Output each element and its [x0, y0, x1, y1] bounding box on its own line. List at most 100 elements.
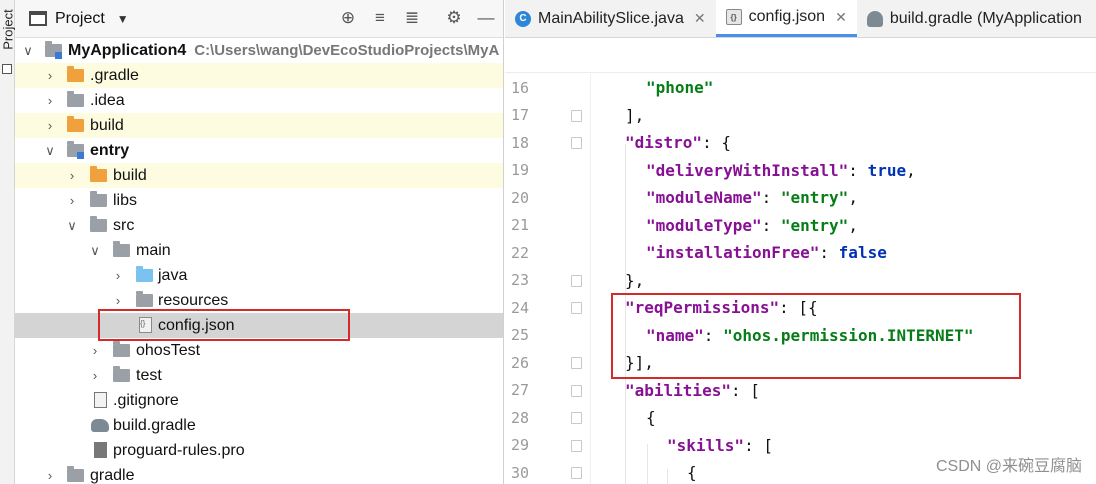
- chevron-down-icon[interactable]: ∨: [23, 43, 33, 59]
- tree-item-libs[interactable]: › libs: [15, 188, 503, 213]
- close-icon[interactable]: ✕: [694, 10, 706, 27]
- line-number: 29: [510, 436, 529, 455]
- java-class-icon: C: [515, 10, 531, 27]
- tree-item-build[interactable]: › build: [15, 113, 503, 138]
- code-text: ],: [625, 105, 645, 125]
- line-number: 25: [510, 326, 529, 345]
- folder-icon: [67, 116, 84, 132]
- code-text: "installationFree": false: [646, 243, 887, 263]
- tree-item-gradle[interactable]: › gradle: [15, 463, 503, 484]
- chevron-right-icon[interactable]: ›: [45, 468, 55, 483]
- line-number: 19: [510, 161, 529, 180]
- fold-marker-icon[interactable]: [571, 384, 582, 397]
- tree-item-build-gradle[interactable]: build.gradle: [15, 413, 503, 438]
- project-view-icon: [29, 11, 47, 26]
- code-line: 17 ],: [505, 102, 1096, 130]
- target-icon[interactable]: ⊕: [337, 8, 359, 28]
- code-editor[interactable]: 16 "phone" 17 ], 18 "distro": { 19 "deli…: [505, 74, 1096, 484]
- code-line: 16 "phone": [505, 74, 1096, 102]
- tree-item-gradle-dir[interactable]: › .gradle: [15, 63, 503, 88]
- chevron-right-icon[interactable]: ›: [90, 368, 100, 383]
- chevron-right-icon[interactable]: ›: [113, 268, 123, 283]
- expand-all-icon[interactable]: ≣: [401, 8, 423, 28]
- chevron-right-icon[interactable]: ›: [45, 68, 55, 83]
- tree-item-label: java: [158, 266, 188, 284]
- tree-item-entry-build[interactable]: › build: [15, 163, 503, 188]
- project-toolbar: Project ▼ ⊕ ≡ ≣ ⚙ —: [15, 0, 503, 38]
- code-line: 28 {: [505, 404, 1096, 432]
- text-file-icon: [94, 442, 107, 458]
- code-text: "skills": [: [667, 435, 773, 455]
- tree-item-main[interactable]: ∨ main: [15, 238, 503, 263]
- fold-marker-icon[interactable]: [571, 412, 582, 424]
- editor-breadcrumb: [505, 38, 1096, 73]
- fold-marker-icon[interactable]: [571, 302, 582, 314]
- annotation-box-config-json: [98, 309, 350, 341]
- tree-item-entry[interactable]: ∨ entry: [15, 138, 503, 163]
- tree-item-label: build: [113, 166, 147, 184]
- code-text: "moduleName": "entry",: [646, 188, 858, 208]
- code-line: 22 "installationFree": false: [505, 239, 1096, 267]
- chevron-right-icon[interactable]: ›: [90, 343, 100, 358]
- line-number: 20: [510, 188, 529, 207]
- tree-item-src[interactable]: ∨ src: [15, 213, 503, 238]
- chevron-right-icon[interactable]: ›: [113, 293, 123, 308]
- code-text: {: [646, 408, 656, 428]
- tree-item-myapplication4[interactable]: ∨ MyApplication4 C:\Users\wang\DevEcoStud…: [15, 38, 503, 63]
- project-view-title[interactable]: Project: [55, 10, 105, 28]
- folder-icon: [67, 91, 84, 107]
- code-text: "distro": {: [625, 133, 731, 153]
- folder-icon: [90, 216, 107, 232]
- gradle-icon: [866, 10, 883, 27]
- chevron-right-icon[interactable]: ›: [45, 93, 55, 108]
- tree-item-idea[interactable]: › .idea: [15, 88, 503, 113]
- gear-icon[interactable]: ⚙: [443, 8, 465, 28]
- chevron-down-icon[interactable]: ∨: [45, 143, 55, 159]
- code-line: 21 "moduleType": "entry",: [505, 212, 1096, 240]
- folder-icon: [90, 191, 107, 207]
- fold-marker-icon[interactable]: [571, 137, 582, 149]
- chevron-right-icon[interactable]: ›: [67, 193, 77, 208]
- chevron-right-icon[interactable]: ›: [67, 168, 77, 183]
- tab-mainabilityslice[interactable]: C MainAbilitySlice.java ✕: [505, 0, 716, 37]
- project-tree: ∨ MyApplication4 C:\Users\wang\DevEcoStud…: [15, 38, 503, 484]
- code-line: 19 "deliveryWithInstall": true,: [505, 157, 1096, 185]
- tree-item-ohostest[interactable]: › ohosTest: [15, 338, 503, 363]
- project-path: C:\Users\wang\DevEcoStudioProjects\MyA: [194, 41, 500, 59]
- folder-icon: [90, 166, 107, 182]
- project-tool-window-button[interactable]: Project: [1, 8, 16, 52]
- chevron-down-icon[interactable]: ▼: [117, 12, 129, 26]
- minimize-icon[interactable]: —: [475, 8, 497, 28]
- tab-build-gradle[interactable]: build.gradle (MyApplication: [857, 0, 1092, 37]
- fold-marker-icon[interactable]: [571, 467, 582, 479]
- chevron-down-icon[interactable]: ∨: [67, 218, 77, 234]
- folder-icon: [113, 366, 130, 382]
- tree-item-proguard[interactable]: proguard-rules.pro: [15, 438, 503, 463]
- fold-marker-icon[interactable]: [571, 357, 582, 369]
- tree-item-test[interactable]: › test: [15, 363, 503, 388]
- chevron-down-icon[interactable]: ∨: [90, 243, 100, 259]
- collapse-all-icon[interactable]: ≡: [369, 8, 391, 28]
- tab-config-json[interactable]: {} config.json ✕: [715, 0, 857, 37]
- fold-marker-icon[interactable]: [571, 109, 582, 122]
- tree-item-label: build: [90, 116, 124, 134]
- editor-panel: C MainAbilitySlice.java ✕ {} config.json…: [505, 0, 1096, 484]
- chevron-right-icon[interactable]: ›: [45, 118, 55, 133]
- tree-item-label: .gradle: [90, 66, 139, 84]
- tree-item-label: MyApplication4: [68, 41, 187, 59]
- close-icon[interactable]: ✕: [835, 9, 847, 26]
- line-number: 22: [510, 243, 529, 262]
- code-line: 27 "abilities": [: [505, 377, 1096, 405]
- tree-item-gitignore[interactable]: .gitignore: [15, 388, 503, 413]
- tree-item-java[interactable]: › java: [15, 263, 503, 288]
- structure-icon[interactable]: [2, 64, 12, 74]
- tool-window-strip: Project: [0, 0, 16, 484]
- module-badge-icon: [55, 52, 62, 59]
- folder-icon: [67, 66, 84, 82]
- fold-marker-icon[interactable]: [571, 439, 582, 452]
- line-number: 27: [510, 381, 529, 400]
- fold-marker-icon[interactable]: [571, 274, 582, 287]
- tree-item-label: gradle: [90, 466, 135, 484]
- tree-item-label: proguard-rules.pro: [113, 441, 245, 459]
- code-text: "abilities": [: [625, 380, 760, 400]
